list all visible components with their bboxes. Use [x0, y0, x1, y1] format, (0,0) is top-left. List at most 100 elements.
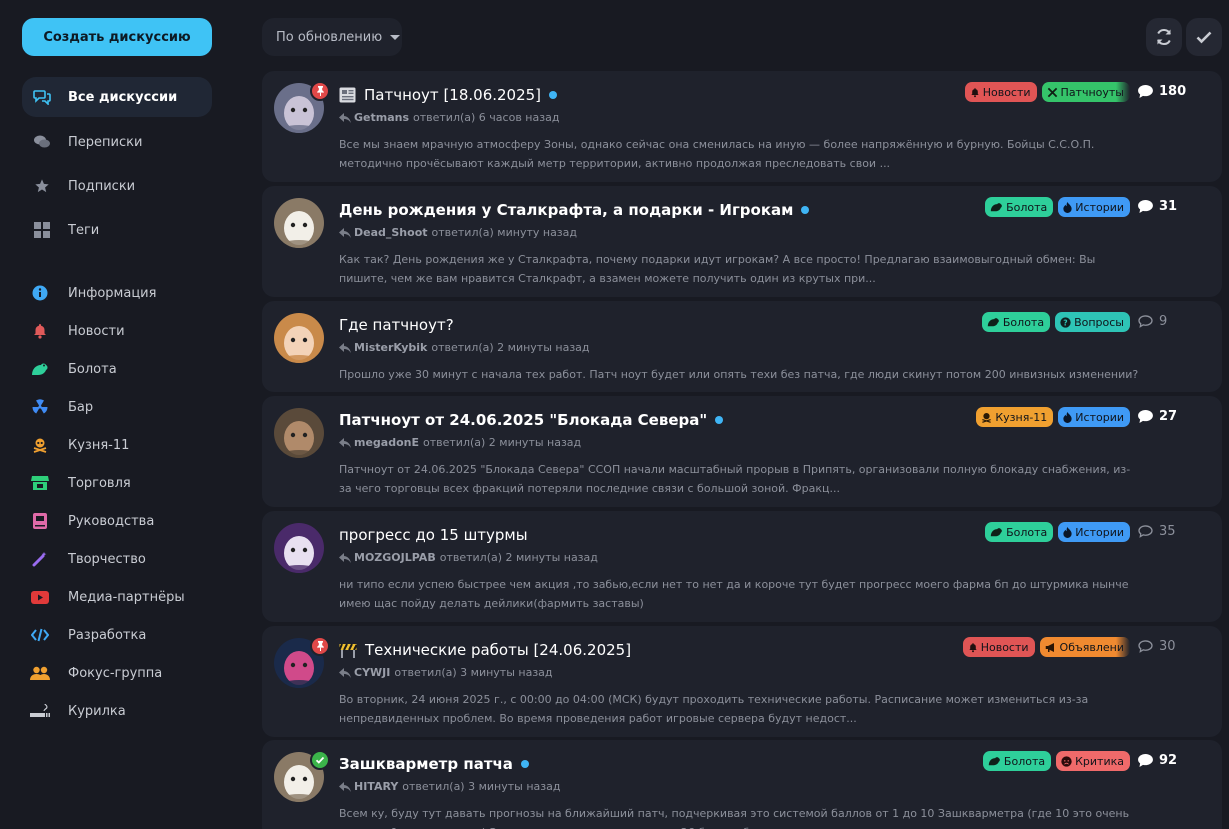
tag[interactable]: Истории	[1058, 197, 1130, 217]
radiation-icon	[30, 397, 50, 417]
comment-count[interactable]: 9	[1138, 314, 1167, 329]
discussion-title[interactable]: Патчноут [18.06.2025]	[339, 86, 558, 104]
nav-label: Подписки	[68, 178, 136, 194]
tag[interactable]: Истории	[1058, 522, 1130, 542]
discussion-card[interactable]: прогресс до 15 штурмы MOZGOJLPAB ответил(а…	[262, 511, 1222, 622]
discussion-meta: HITARY ответил(а) 3 минуты назад	[339, 780, 560, 793]
tag-label: Критика	[1075, 754, 1124, 768]
refresh-button[interactable]	[1146, 18, 1182, 56]
comment-icon	[1138, 200, 1153, 213]
avatar[interactable]	[274, 198, 324, 248]
username-link[interactable]: MisterKybik	[354, 341, 427, 354]
sort-dropdown[interactable]: По обновлению	[262, 18, 402, 56]
verified-check-icon	[310, 750, 330, 770]
reply-time: ответил(а) 3 минуты назад	[402, 780, 561, 793]
discussion-title[interactable]: Технические работы [24.06.2025]	[339, 641, 631, 659]
comment-count[interactable]: 31	[1138, 199, 1177, 214]
category-creativity[interactable]: Творчество	[22, 547, 212, 571]
tag[interactable]: Болота	[982, 751, 1052, 771]
unread-dot	[549, 91, 558, 99]
category-media-partners[interactable]: Медиа-партнёры	[22, 585, 212, 609]
reply-time: ответил(а) 2 минуты назад	[439, 551, 598, 564]
tag-fade	[1116, 82, 1130, 102]
comment-count[interactable]: 30	[1138, 639, 1176, 654]
refresh-icon	[1157, 29, 1171, 45]
sidebar: Создать дискуссию Все дискуссии Переписк…	[0, 0, 240, 829]
comment-count-value: 9	[1159, 314, 1168, 329]
comment-count[interactable]: 180	[1138, 84, 1186, 99]
conversations-icon	[32, 132, 52, 152]
avatar[interactable]	[274, 523, 324, 573]
tag[interactable]: Критика	[1056, 751, 1130, 771]
discussion-card[interactable]: Патчноут от 24.06.2025 "Блокада Севера" m…	[262, 396, 1222, 507]
question-icon: ?	[1060, 316, 1071, 328]
category-news[interactable]: Новости	[22, 319, 212, 343]
username-link[interactable]: Dead_Shoot	[354, 226, 428, 239]
category-development[interactable]: Разработка	[22, 623, 212, 647]
tag-label: Болота	[1002, 315, 1045, 329]
discussion-title[interactable]: Зашкварметр патча	[339, 755, 529, 773]
comment-count-value: 180	[1159, 84, 1187, 99]
category-label: Медиа-партнёры	[68, 589, 185, 605]
comment-icon	[1138, 640, 1153, 653]
tag[interactable]: Болота	[981, 312, 1051, 332]
category-bar[interactable]: Бар	[22, 395, 212, 419]
skull-crossbones-icon	[981, 412, 992, 423]
barrier-icon	[339, 642, 357, 658]
comment-count[interactable]: 27	[1138, 409, 1177, 424]
tag[interactable]: Болота	[985, 197, 1054, 217]
nav-subscriptions[interactable]: Подписки	[22, 166, 212, 206]
create-discussion-button[interactable]: Создать дискуссию	[22, 18, 212, 56]
category-swamps[interactable]: Болота	[22, 357, 212, 381]
discussion-title[interactable]: прогресс до 15 штурмы	[339, 526, 528, 544]
discussion-title[interactable]: Где патчноут?	[339, 316, 454, 334]
tag-list: Болота ? Вопросы	[981, 312, 1130, 332]
reply-time: ответил(а) 2 минуты назад	[431, 341, 590, 354]
mark-all-read-button[interactable]	[1186, 18, 1222, 56]
category-label: Болота	[68, 361, 117, 377]
category-guides[interactable]: Руководства	[22, 509, 212, 533]
username-link[interactable]: CYWJI	[354, 666, 390, 679]
bell-icon	[30, 321, 50, 341]
category-smoking-room[interactable]: Курилка	[22, 699, 212, 723]
username-link[interactable]: MOZGOJLPAB	[354, 551, 436, 564]
category-forge[interactable]: Кузня-11	[22, 433, 212, 457]
discussion-card[interactable]: Патчноут [18.06.2025] Getmans ответил(а) 6…	[262, 71, 1222, 182]
nav-all-discussions[interactable]: Все дискуссии	[22, 77, 212, 117]
newspaper-icon	[339, 87, 356, 103]
discussion-title[interactable]: Патчноут от 24.06.2025 "Блокада Севера"	[339, 411, 724, 429]
reply-icon	[339, 112, 351, 123]
category-label: Торговля	[68, 475, 131, 491]
discussion-card[interactable]: День рождения у Сталкрафта, а подарки - …	[262, 186, 1222, 297]
tag[interactable]: Новости	[962, 637, 1035, 657]
avatar[interactable]	[274, 313, 324, 363]
avatar[interactable]	[274, 408, 324, 458]
comment-count[interactable]: 35	[1138, 524, 1176, 539]
category-trade[interactable]: Торговля	[22, 471, 212, 495]
username-link[interactable]: megadonE	[354, 436, 419, 449]
frog-icon	[988, 756, 1001, 766]
star-icon	[32, 176, 52, 196]
tag[interactable]: Истории	[1058, 407, 1130, 427]
discussion-title[interactable]: День рождения у Сталкрафта, а подарки - …	[339, 201, 810, 219]
title-text: Патчноут от 24.06.2025 "Блокада Севера"	[339, 411, 708, 429]
discussion-card[interactable]: Где патчноут? MisterKybik ответил(а) 2 мин…	[262, 301, 1222, 392]
discussion-card[interactable]: Зашкварметр патча HITARY ответил(а) 3 мину…	[262, 740, 1222, 829]
tag[interactable]: ? Вопросы	[1055, 312, 1130, 332]
tag[interactable]: Болота	[985, 522, 1054, 542]
tag[interactable]: Новости	[964, 82, 1037, 102]
discussion-card[interactable]: Технические работы [24.06.2025] CYWJI отве…	[262, 626, 1222, 737]
info-icon	[30, 283, 50, 303]
skull-crossbones-icon	[30, 435, 50, 455]
comment-count[interactable]: 92	[1138, 753, 1177, 768]
username-link[interactable]: Getmans	[354, 111, 409, 124]
nav-conversations[interactable]: Переписки	[22, 122, 212, 162]
check-icon	[1196, 31, 1212, 44]
category-info[interactable]: Информация	[22, 281, 212, 305]
category-focus-group[interactable]: Фокус-группа	[22, 661, 212, 685]
username-link[interactable]: HITARY	[354, 780, 398, 793]
comment-icon	[1138, 85, 1153, 98]
tag[interactable]: Кузня-11	[976, 407, 1054, 427]
nav-tags[interactable]: Теги	[22, 210, 212, 250]
reply-icon	[339, 437, 351, 448]
